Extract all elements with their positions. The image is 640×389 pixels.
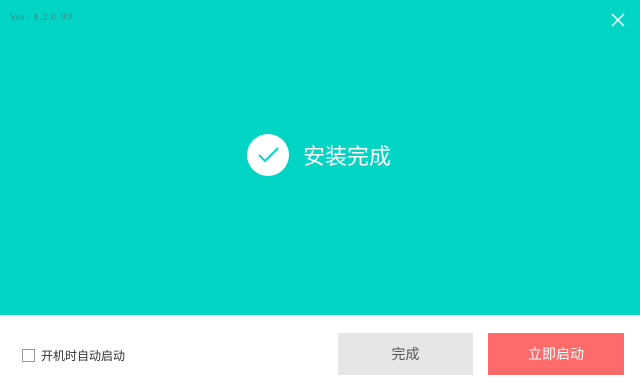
autostart-checkbox[interactable] xyxy=(22,349,35,362)
check-icon xyxy=(258,147,279,163)
autostart-option[interactable]: 开机时自动启动 xyxy=(22,347,125,364)
launch-now-button[interactable]: 立即启动 xyxy=(488,333,624,375)
close-button[interactable] xyxy=(606,8,630,32)
status-text: 安装完成 xyxy=(303,145,392,170)
installer-window: Ver: 4.2.0.99 安装完成 开机时自动启动 完成 立即启动 xyxy=(0,0,640,389)
finish-button[interactable]: 完成 xyxy=(338,333,473,375)
close-icon xyxy=(611,13,625,27)
hero-panel: Ver: 4.2.0.99 安装完成 xyxy=(0,0,640,315)
check-circle xyxy=(247,134,289,176)
install-status: 安装完成 xyxy=(247,134,391,176)
autostart-label: 开机时自动启动 xyxy=(41,349,126,363)
footer-bar: 开机时自动启动 完成 立即启动 xyxy=(0,315,640,389)
version-label: Ver: 4.2.0.99 xyxy=(10,13,73,23)
